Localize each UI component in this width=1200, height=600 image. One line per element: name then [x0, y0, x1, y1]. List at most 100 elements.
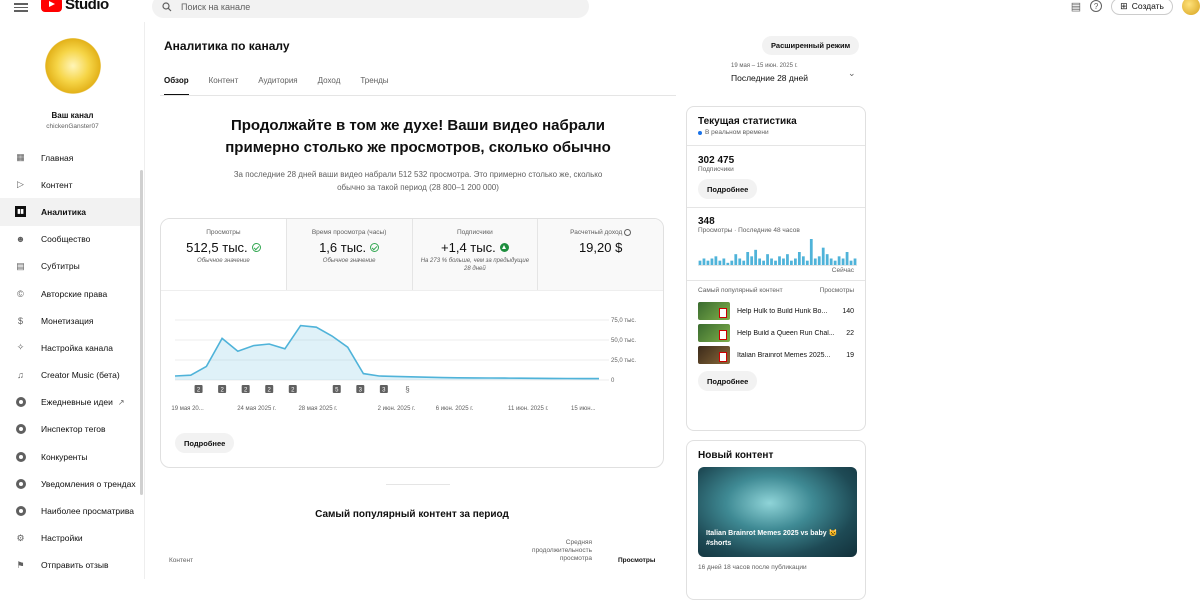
- sidebar-item-content[interactable]: ▷ Контент: [0, 171, 140, 198]
- account-avatar[interactable]: [1182, 0, 1200, 15]
- realtime-bar[interactable]: [698, 260, 702, 265]
- realtime-bar[interactable]: [790, 260, 793, 265]
- data-point[interactable]: [597, 377, 601, 381]
- data-point[interactable]: [173, 374, 177, 378]
- list-item[interactable]: Italian Brainrot Memes 2025... 19: [698, 344, 854, 366]
- realtime-bar[interactable]: [821, 247, 825, 265]
- realtime-bar[interactable]: [794, 258, 797, 266]
- tab-overview[interactable]: Обзор: [164, 76, 189, 96]
- sidebar-item-subtitles[interactable]: ▤ Субтитры: [0, 253, 140, 280]
- realtime-bar[interactable]: [849, 260, 853, 265]
- realtime-bar[interactable]: [845, 252, 849, 265]
- data-point[interactable]: [424, 375, 428, 379]
- sidebar-item-settings[interactable]: ⚙ Настройки: [0, 525, 140, 552]
- data-point[interactable]: [377, 374, 381, 378]
- realtime-bar[interactable]: [722, 258, 726, 266]
- sidebar-item-competitors[interactable]: Конкуренты: [0, 443, 140, 470]
- help-icon[interactable]: ?: [1090, 0, 1103, 12]
- realtime-bar[interactable]: [734, 254, 738, 265]
- realtime-bar[interactable]: [837, 256, 841, 265]
- data-point[interactable]: [267, 342, 271, 346]
- data-point[interactable]: [518, 376, 522, 380]
- sidebar-item-tag-inspector[interactable]: Инспектор тегов: [0, 416, 140, 443]
- comments-icon[interactable]: ▤: [1071, 0, 1081, 13]
- realtime-bar[interactable]: [730, 260, 734, 265]
- realtime-bar[interactable]: [702, 258, 706, 266]
- sidebar-item-copyright[interactable]: © Авторские права: [0, 280, 140, 307]
- search-input[interactable]: Поиск на канале: [152, 0, 589, 18]
- realtime-bar[interactable]: [829, 258, 833, 266]
- data-point[interactable]: [330, 334, 334, 338]
- data-point[interactable]: [566, 376, 570, 380]
- data-point[interactable]: [409, 375, 413, 379]
- sidebar-item-trend-alerts[interactable]: Уведомления о трендах: [0, 470, 140, 497]
- chevron-down-icon[interactable]: ⌄: [848, 68, 856, 79]
- realtime-bar[interactable]: [770, 258, 773, 266]
- realtime-bar[interactable]: [853, 258, 857, 266]
- realtime-bar[interactable]: [714, 256, 718, 265]
- realtime-bar[interactable]: [758, 258, 762, 266]
- realtime-bar[interactable]: [774, 260, 777, 265]
- sidebar-item-analytics[interactable]: ▮▮ Аналитика: [0, 198, 140, 226]
- realtime-more-button[interactable]: Подробнее: [698, 179, 758, 199]
- realtime-bar[interactable]: [833, 260, 837, 265]
- realtime-bar[interactable]: [778, 256, 781, 265]
- metric-views[interactable]: Просмотры 512,5 тыс. Обычное значение: [161, 219, 287, 290]
- realtime-bar[interactable]: [813, 258, 817, 266]
- data-point[interactable]: [252, 344, 256, 348]
- info-icon[interactable]: [624, 229, 632, 236]
- list-item[interactable]: Help Build a Queen Run Chal... 22: [698, 322, 854, 344]
- realtime-bar[interactable]: [805, 260, 809, 265]
- sidebar-item-dashboard[interactable]: ▦ Главная: [0, 144, 140, 171]
- studio-logo[interactable]: Studio: [41, 0, 109, 13]
- sidebar-item-community[interactable]: ☻ Сообщество: [0, 226, 140, 253]
- list-item[interactable]: Help Hulk to Build Hunk Bo... 140: [698, 300, 854, 322]
- data-point[interactable]: [220, 336, 224, 340]
- data-point[interactable]: [456, 376, 460, 380]
- realtime-bar[interactable]: [809, 239, 813, 265]
- data-point[interactable]: [440, 376, 444, 380]
- realtime-bar[interactable]: [706, 260, 710, 265]
- sidebar-item-creator-music[interactable]: ♫ Creator Music (бета): [0, 362, 140, 389]
- col-avg-duration[interactable]: Средняя продолжительность просмотра: [486, 539, 592, 563]
- realtime-bar[interactable]: [726, 262, 730, 265]
- menu-icon[interactable]: [14, 1, 28, 13]
- sidebar-item-monetization[interactable]: $ Монетизация: [0, 307, 140, 334]
- sidebar-item-most-viewed[interactable]: Наиболее просматрива: [0, 497, 140, 524]
- realtime-bar[interactable]: [738, 258, 742, 266]
- metric-subscribers[interactable]: Подписчики +1,4 тыс. На 273 % больше, че…: [412, 219, 539, 290]
- realtime-bar[interactable]: [754, 249, 758, 265]
- data-point[interactable]: [236, 349, 240, 353]
- data-point[interactable]: [550, 376, 554, 380]
- sidebar-scrollbar[interactable]: [140, 170, 143, 495]
- data-point[interactable]: [393, 374, 397, 378]
- metric-revenue[interactable]: Расчетный доход 19,20 $: [538, 219, 663, 290]
- col-views[interactable]: Просмотры: [618, 557, 655, 564]
- data-point[interactable]: [346, 345, 350, 349]
- data-point[interactable]: [487, 376, 491, 380]
- tab-content[interactable]: Контент: [209, 76, 239, 96]
- realtime-bar[interactable]: [801, 256, 805, 265]
- chart-more-button[interactable]: Подробнее: [175, 433, 235, 453]
- realtime-bar[interactable]: [797, 252, 801, 265]
- shorts-marker-icon[interactable]: §: [405, 385, 409, 394]
- data-point[interactable]: [361, 372, 365, 376]
- data-point[interactable]: [534, 376, 538, 380]
- realtime-bar[interactable]: [710, 258, 714, 266]
- views-line-chart[interactable]: 75,0 тыс.50,0 тыс.25,0 тыс.02 2 2 2 2 5 3 3 §19 …: [161, 292, 664, 427]
- tab-revenue[interactable]: Доход: [318, 76, 341, 96]
- realtime-more-button-2[interactable]: Подробнее: [698, 371, 758, 391]
- realtime-bar[interactable]: [750, 256, 754, 265]
- channel-avatar[interactable]: [43, 38, 103, 100]
- date-range[interactable]: 19 мая – 15 июн. 2025 г.: [731, 63, 798, 69]
- realtime-bar[interactable]: [742, 260, 746, 265]
- realtime-bar[interactable]: [766, 254, 769, 265]
- realtime-bar-chart[interactable]: [698, 236, 857, 266]
- realtime-bar[interactable]: [762, 260, 765, 265]
- metric-watch-time[interactable]: Время просмотра (часы) 1,6 тыс. Обычное …: [286, 219, 413, 290]
- tab-audience[interactable]: Аудитория: [258, 76, 297, 96]
- sidebar-item-feedback[interactable]: ⚑ Отправить отзыв: [0, 552, 140, 579]
- sidebar-item-customization[interactable]: ✧ Настройка канала: [0, 334, 140, 361]
- data-point[interactable]: [314, 325, 318, 329]
- data-point[interactable]: [283, 347, 287, 351]
